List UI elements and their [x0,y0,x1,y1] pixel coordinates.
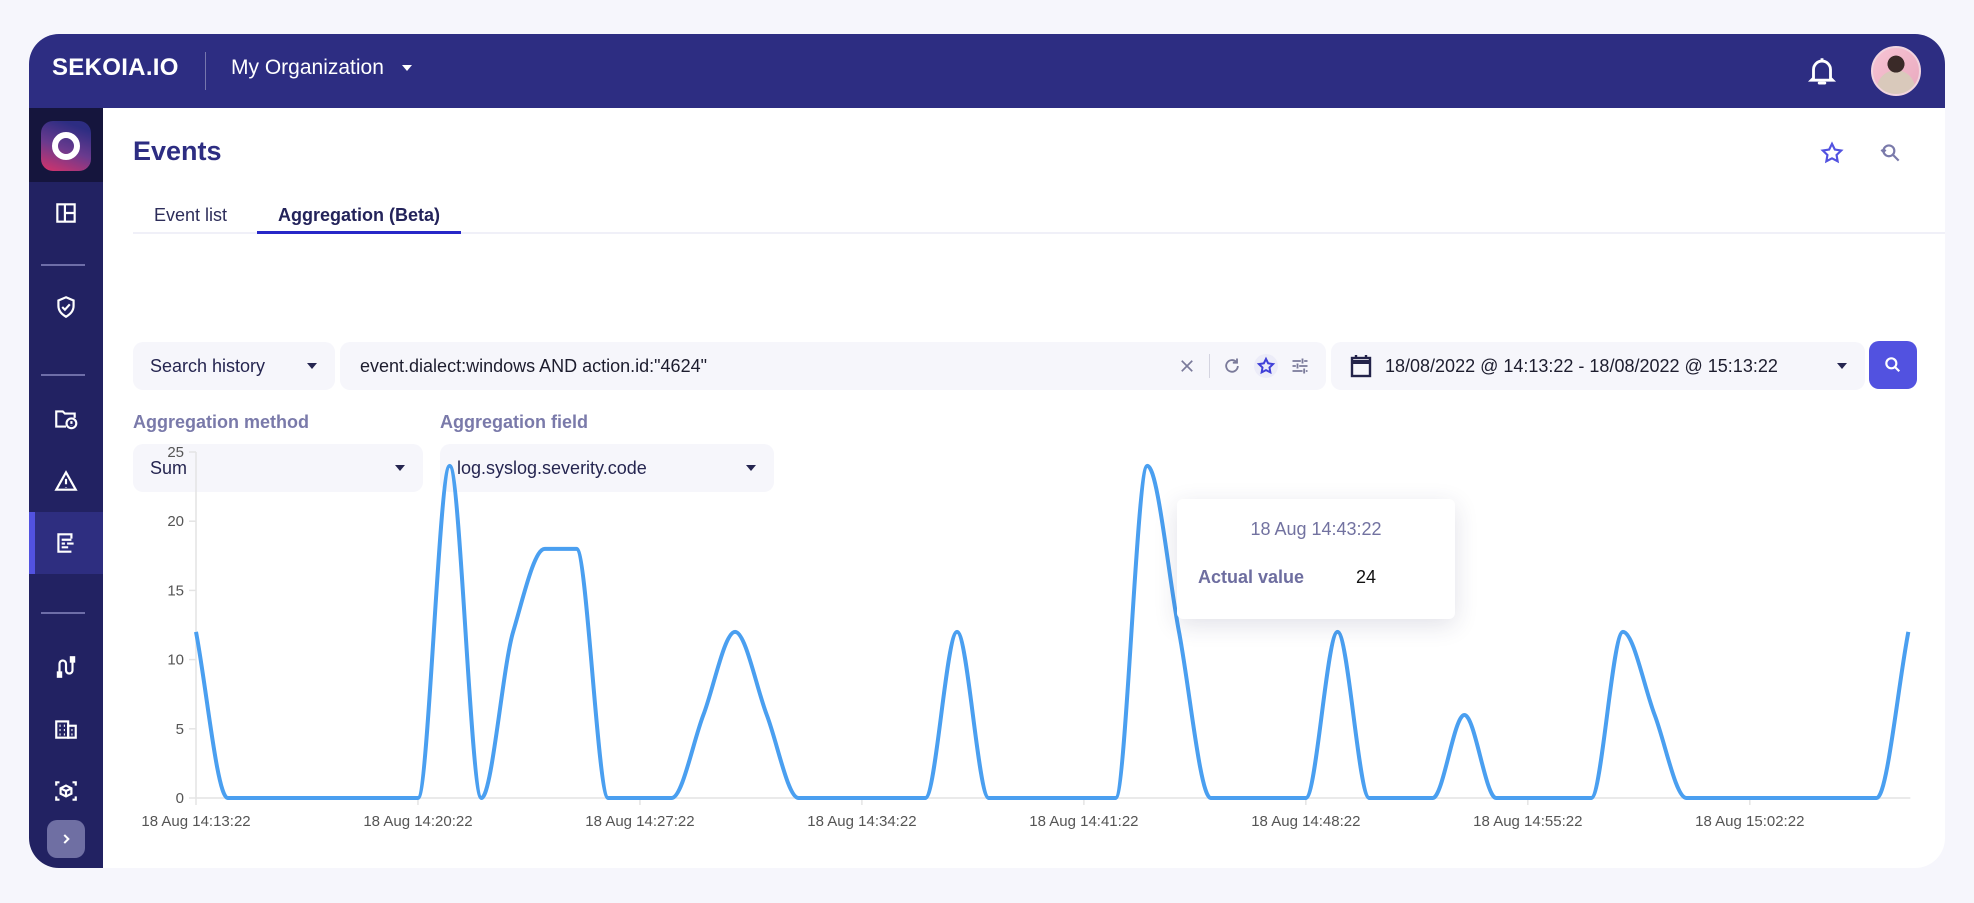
query-input[interactable]: event.dialect:windows AND action.id:"462… [340,342,1326,390]
tooltip-label: Actual value [1198,567,1305,587]
sidebar-divider [41,612,85,614]
topbar-divider [205,52,206,90]
chevron-right-icon [63,834,70,844]
sidebar-item-assets[interactable] [29,760,103,822]
query-text: event.dialect:windows AND action.id:"462… [360,355,707,376]
x-tick-label: 18 Aug 14:27:22 [585,813,694,830]
favorite-star-icon[interactable] [1819,140,1845,166]
y-tick-label: 20 [167,513,184,530]
tooltip-timestamp: 18 Aug 14:43:22 [1250,519,1382,539]
sidebar-item-intakes[interactable] [29,636,103,698]
sidebar-divider [41,264,85,266]
y-tick-label: 0 [176,790,184,807]
brand-logo[interactable]: SEKOIA.IO [52,54,179,82]
organization-name: My Organization [231,56,384,79]
x-tick-label: 18 Aug 14:55:22 [1473,813,1582,830]
cable-icon [56,656,76,678]
query-divider [1209,354,1210,378]
aggregation-field-select[interactable]: log.syslog.severity.code [440,444,774,492]
sidebar-item-alerts[interactable] [29,450,103,512]
x-tick-label: 18 Aug 14:41:22 [1029,813,1138,830]
series-line [194,463,1911,800]
y-tick-label: 5 [176,721,184,738]
events-list-icon [57,533,74,553]
refresh-icon[interactable] [1220,354,1244,378]
sidebar-item-cases[interactable] [29,388,103,450]
aggregation-method-label: Aggregation method [133,412,309,432]
app-window: SEKOIA.IO My Organization Events Event l… [29,34,1945,868]
caret-down-icon [401,65,412,71]
expand-sidebar-button[interactable] [47,820,85,858]
app-logo-icon [41,121,91,171]
top-bar: SEKOIA.IO My Organization [29,34,1945,108]
y-tick-label: 10 [167,652,184,669]
sidebar-divider [41,374,85,376]
aggregation-field-label: Aggregation field [440,412,588,432]
sidebar-item-entities[interactable] [29,698,103,760]
search-history-icon[interactable] [1877,140,1903,166]
search-icon [1885,357,1901,373]
search-history-label: Search history [150,355,266,376]
filters-icon[interactable] [1288,354,1312,378]
x-tick-label: 18 Aug 15:02:22 [1695,813,1804,830]
tab-event-list[interactable]: Event list [133,202,248,234]
sidebar-item-dashboard[interactable] [29,182,103,244]
layout-icon [56,203,76,223]
date-range-text: 18/08/2022 @ 14:13:22 - 18/08/2022 @ 15:… [1385,355,1778,376]
app-switcher[interactable] [29,108,103,182]
chart-tooltip: 18 Aug 14:43:22 Actual value 24 [1177,499,1455,619]
bell-icon[interactable] [1805,53,1839,89]
save-query-star-icon[interactable] [1254,354,1278,378]
tooltip-value: 24 [1356,567,1377,587]
query-actions [1175,354,1312,378]
x-tick-label: 18 Aug 14:34:22 [807,813,916,830]
search-button[interactable] [1869,341,1917,389]
date-range-picker[interactable]: 18/08/2022 @ 14:13:22 - 18/08/2022 @ 15:… [1331,342,1865,390]
tab-aggregation[interactable]: Aggregation (Beta) [257,202,461,234]
search-history-dropdown[interactable]: Search history [133,342,335,390]
cube-scan-icon [55,781,77,801]
x-tick-label: 18 Aug 14:13:22 [141,813,250,830]
tab-bar: Event list Aggregation (Beta) [133,202,1945,234]
folder-alert-icon [55,410,78,430]
sidebar-item-detection[interactable] [29,276,103,338]
caret-down-icon [746,465,756,471]
main-content: Events Event list Aggregation (Beta) Sea… [103,108,1945,868]
caret-down-icon [1837,363,1847,369]
x-tick-label: 18 Aug 14:48:22 [1251,813,1360,830]
caret-down-icon [395,465,405,471]
shield-check-icon [57,296,75,318]
warning-icon [54,470,78,491]
building-icon [55,720,77,739]
x-tick-label: 18 Aug 14:20:22 [363,813,472,830]
aggregation-method-value: Sum [150,457,188,478]
aggregation-method-select[interactable]: Sum [133,444,423,492]
sidebar [29,108,103,868]
calendar-icon [1350,355,1372,378]
y-tick-label: 15 [167,582,184,599]
caret-down-icon [307,363,317,369]
aggregation-field-value: log.syslog.severity.code [457,457,647,478]
avatar[interactable] [1871,46,1921,96]
clear-icon[interactable] [1175,354,1199,378]
sidebar-item-events[interactable] [29,512,103,574]
organization-selector[interactable]: My Organization [231,56,412,80]
page-title: Events [133,136,222,166]
